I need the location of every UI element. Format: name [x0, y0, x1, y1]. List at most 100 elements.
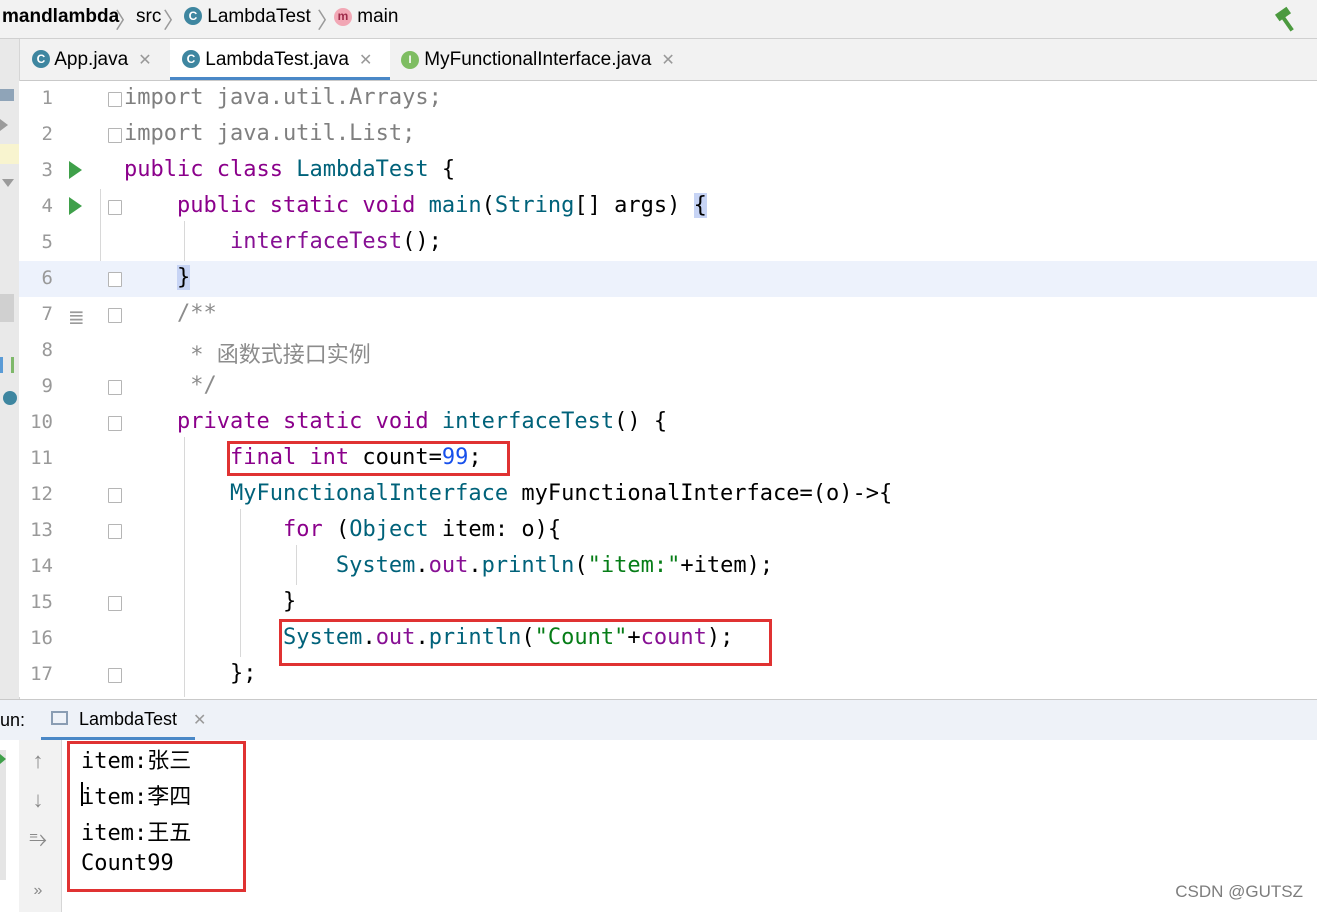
- line-number: 2: [41, 123, 53, 145]
- tab-label: App.java: [54, 49, 129, 70]
- breadcrumb-project[interactable]: mandlambda: [2, 6, 119, 28]
- console-icon: [51, 711, 68, 725]
- highlight-box-print-count: [279, 619, 772, 666]
- code-text: public static void main(String[] args) {: [176, 193, 707, 218]
- line-number: 12: [30, 483, 53, 505]
- breadcrumb-method[interactable]: m main: [334, 6, 398, 28]
- code-text: * 函数式接口实例: [124, 343, 371, 368]
- code-text: for (Object item: o){: [282, 517, 562, 542]
- code-line[interactable]: 8 * 函数式接口实例: [19, 333, 1317, 369]
- fold-marker-icon[interactable]: [108, 128, 122, 143]
- chart-icon[interactable]: [0, 357, 14, 373]
- build-hammer-icon[interactable]: [1273, 6, 1301, 32]
- code-line-current[interactable]: 6 }: [19, 261, 1317, 297]
- breadcrumb-class[interactable]: C LambdaTest: [184, 6, 311, 28]
- fold-marker-icon[interactable]: [108, 272, 122, 287]
- code-text: */: [124, 373, 217, 398]
- breadcrumb-separator: 〉: [115, 8, 138, 33]
- line-number: 1: [41, 87, 53, 109]
- code-line[interactable]: 4 public static void main(String[] args)…: [19, 189, 1317, 225]
- run-left-strip: [0, 750, 6, 880]
- code-line[interactable]: 9 */: [19, 369, 1317, 405]
- code-line[interactable]: 7 ≣ /**: [19, 297, 1317, 333]
- fold-marker-icon[interactable]: [108, 380, 122, 395]
- code-line[interactable]: 15 }: [19, 585, 1317, 621]
- line-number: 17: [30, 663, 53, 685]
- more-tools-icon[interactable]: »: [27, 882, 49, 900]
- run-tab-lambdatest[interactable]: LambdaTest ✕: [41, 700, 206, 740]
- rerun-icon[interactable]: [0, 754, 6, 764]
- code-line[interactable]: 14 System.out.println("item:"+item);: [19, 549, 1317, 585]
- line-number: 13: [30, 519, 53, 541]
- code-text: interfaceTest();: [229, 229, 442, 254]
- breadcrumb: mandlambda 〉 src 〉 C LambdaTest 〉 m main: [0, 0, 1317, 39]
- highlight-box-final-count: [227, 441, 510, 476]
- interface-icon: I: [401, 51, 419, 69]
- class-icon: C: [32, 50, 50, 68]
- breadcrumb-method-label: main: [357, 6, 399, 27]
- line-number: 11: [30, 447, 53, 469]
- code-text: }: [176, 265, 191, 290]
- arrow-right-icon[interactable]: [0, 119, 8, 131]
- clock-icon[interactable]: [3, 391, 17, 405]
- arrow-down-icon[interactable]: [2, 179, 14, 187]
- folder-icon[interactable]: [0, 89, 14, 101]
- code-line[interactable]: 5 interfaceTest();: [19, 225, 1317, 261]
- code-text: MyFunctionalInterface myFunctionalInterf…: [229, 481, 893, 506]
- soft-wrap-icon[interactable]: ⥱: [27, 826, 49, 852]
- run-gutter-icon[interactable]: [69, 197, 82, 215]
- fold-marker-icon[interactable]: [108, 308, 122, 323]
- code-line[interactable]: 10 private static void interfaceTest() {: [19, 405, 1317, 441]
- doc-render-icon[interactable]: ≣: [68, 305, 85, 330]
- line-number: 6: [41, 267, 53, 289]
- breadcrumb-class-label: LambdaTest: [207, 6, 311, 27]
- code-line[interactable]: 13 for (Object item: o){: [19, 513, 1317, 549]
- close-tab-icon[interactable]: ✕: [359, 52, 372, 69]
- run-config-icon[interactable]: [0, 144, 19, 164]
- line-number: 15: [30, 591, 53, 613]
- fold-marker-icon[interactable]: [108, 92, 122, 107]
- run-tab-label: LambdaTest: [79, 709, 178, 729]
- run-gutter-icon[interactable]: [69, 161, 82, 179]
- fold-marker-icon[interactable]: [108, 524, 122, 539]
- code-text: import java.util.Arrays;: [124, 85, 442, 110]
- code-line[interactable]: 3 public class LambdaTest {: [19, 153, 1317, 189]
- fold-marker-icon[interactable]: [108, 488, 122, 503]
- scroll-thumb[interactable]: [0, 294, 14, 322]
- fold-marker-icon[interactable]: [108, 668, 122, 683]
- code-editor[interactable]: 1 import java.util.Arrays; 2 import java…: [19, 81, 1317, 697]
- code-text: import java.util.List;: [124, 121, 416, 146]
- line-number: 14: [30, 555, 53, 577]
- class-icon: C: [182, 50, 200, 68]
- fold-marker-icon[interactable]: [108, 416, 122, 431]
- fold-marker-icon[interactable]: [108, 200, 122, 215]
- highlight-box-console-output: [67, 741, 246, 892]
- close-tab-icon[interactable]: ✕: [138, 52, 151, 69]
- code-line[interactable]: 2 import java.util.List;: [19, 117, 1317, 153]
- close-run-tab-icon[interactable]: ✕: [193, 710, 206, 730]
- fold-marker-icon[interactable]: [108, 596, 122, 611]
- code-text: private static void interfaceTest() {: [176, 409, 668, 434]
- code-line[interactable]: 12 MyFunctionalInterface myFunctionalInt…: [19, 477, 1317, 513]
- code-line[interactable]: 11 final int count=99;: [19, 441, 1317, 477]
- scroll-up-icon[interactable]: ↑: [27, 748, 49, 774]
- scroll-down-icon[interactable]: ↓: [27, 787, 49, 813]
- line-number: 3: [41, 159, 53, 181]
- editor-tab-bar: C App.java ✕ C LambdaTest.java ✕ I MyFunct…: [0, 39, 1317, 81]
- tab-myfunctionalinterface-java[interactable]: I MyFunctionalInterface.java ✕: [401, 39, 701, 80]
- tab-label: MyFunctionalInterface.java: [424, 49, 652, 70]
- line-number: 10: [30, 411, 53, 433]
- code-text: public class LambdaTest {: [124, 157, 456, 182]
- tab-lambdatest-java[interactable]: C LambdaTest.java ✕: [170, 39, 390, 80]
- tab-label: LambdaTest.java: [205, 49, 349, 70]
- tab-app-java[interactable]: C App.java ✕: [32, 39, 168, 80]
- line-number: 9: [41, 375, 53, 397]
- left-tool-strip: [0, 39, 20, 699]
- class-icon: C: [184, 7, 202, 25]
- code-text: /**: [124, 301, 217, 326]
- close-tab-icon[interactable]: ✕: [661, 52, 674, 69]
- run-panel-label: un:: [0, 710, 26, 730]
- code-line[interactable]: 1 import java.util.Arrays;: [19, 81, 1317, 117]
- line-number: 4: [41, 195, 53, 217]
- breadcrumb-src[interactable]: src: [136, 6, 161, 28]
